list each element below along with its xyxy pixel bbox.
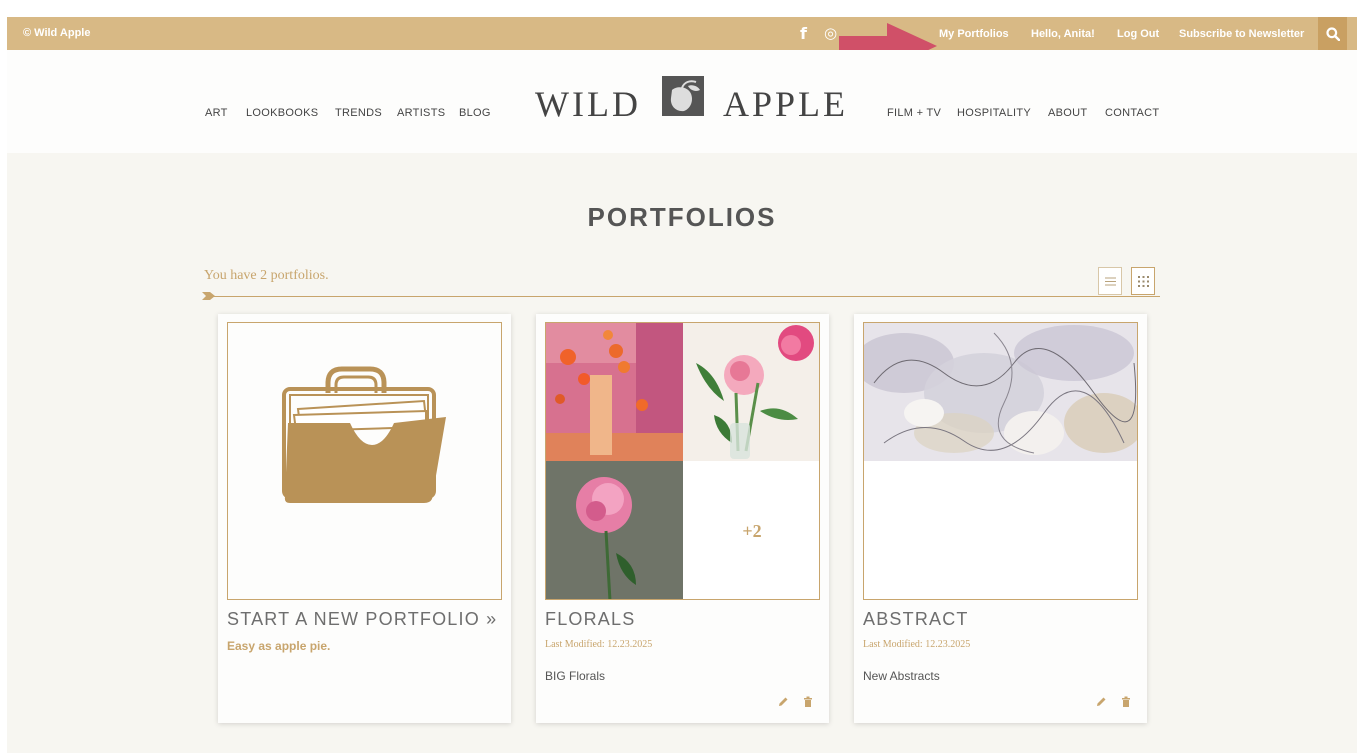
- logout-link[interactable]: Log Out: [1117, 28, 1159, 40]
- subscribe-newsletter-link[interactable]: Subscribe to Newsletter: [1179, 28, 1304, 40]
- arrow-divider-icon: [202, 292, 215, 300]
- list-view-icon: [1104, 277, 1116, 285]
- nav-film-tv[interactable]: FILM + TV: [887, 107, 941, 119]
- nav-about[interactable]: ABOUT: [1048, 107, 1087, 119]
- search-icon: [1325, 26, 1340, 41]
- edit-pencil-icon[interactable]: [1095, 696, 1107, 708]
- abstract-actions: [1095, 696, 1131, 708]
- my-portfolios-link[interactable]: My Portfolios: [939, 28, 1009, 40]
- abstract-thumbnail[interactable]: [863, 322, 1138, 600]
- folder-icon: [282, 366, 446, 503]
- portfolio-card-abstract[interactable]: ABSTRACT Last Modified: 12.23.2025 New A…: [854, 314, 1147, 723]
- nav-blog[interactable]: BLOG: [459, 107, 491, 119]
- abstract-description: New Abstracts: [863, 669, 940, 683]
- florals-thumbnail-grid[interactable]: +2: [545, 322, 820, 600]
- portfolio-count-text: You have 2 portfolios.: [204, 268, 329, 283]
- page-frame: © Wild Apple f ◎ My Portfolios Hello, An…: [7, 17, 1357, 753]
- new-portfolio-title[interactable]: START A NEW PORTFOLIO »: [227, 609, 497, 630]
- top-bar: © Wild Apple f ◎ My Portfolios Hello, An…: [7, 17, 1357, 50]
- new-portfolio-image[interactable]: [227, 322, 502, 600]
- apple-logo-icon[interactable]: [662, 76, 704, 116]
- edit-pencil-icon[interactable]: [777, 696, 789, 708]
- facebook-icon[interactable]: f: [800, 24, 807, 43]
- nav-artists[interactable]: ARTISTS: [397, 107, 445, 119]
- nav-trends[interactable]: TRENDS: [335, 107, 382, 119]
- abstract-last-modified: Last Modified: 12.23.2025: [863, 639, 971, 650]
- section-divider: [210, 296, 1160, 297]
- grid-view-icon: [1137, 275, 1149, 287]
- nav-lookbooks[interactable]: LOOKBOOKS: [246, 107, 318, 119]
- logo-text-apple[interactable]: APPLE: [723, 83, 848, 125]
- florals-title[interactable]: FLORALS: [545, 609, 635, 630]
- florals-actions: [777, 696, 813, 708]
- extra-images-count[interactable]: +2: [683, 461, 819, 599]
- list-view-button[interactable]: [1098, 267, 1122, 295]
- portfolio-card-florals[interactable]: +2 FLORALS Last Modified: 12.23.2025 BIG…: [536, 314, 829, 723]
- florals-last-modified: Last Modified: 12.23.2025: [545, 639, 653, 650]
- new-portfolio-card[interactable]: START A NEW PORTFOLIO » Easy as apple pi…: [218, 314, 511, 723]
- page-title: PORTFOLIOS: [587, 202, 777, 232]
- grid-view-button[interactable]: [1131, 267, 1155, 295]
- abstract-image: [864, 323, 1137, 599]
- instagram-icon[interactable]: ◎: [824, 24, 837, 42]
- copyright-text: © Wild Apple: [23, 27, 91, 39]
- search-button[interactable]: [1318, 17, 1347, 50]
- nav-art[interactable]: ART: [205, 107, 228, 119]
- nav-hospitality[interactable]: HOSPITALITY: [957, 107, 1031, 119]
- site-header: ART LOOKBOOKS TRENDS ARTISTS BLOG WILD A…: [7, 50, 1357, 153]
- delete-trash-icon[interactable]: [803, 696, 813, 708]
- nav-contact[interactable]: CONTACT: [1105, 107, 1159, 119]
- abstract-title[interactable]: ABSTRACT: [863, 609, 969, 630]
- delete-trash-icon[interactable]: [1121, 696, 1131, 708]
- logo-text-wild[interactable]: WILD: [535, 83, 641, 125]
- new-portfolio-subtitle: Easy as apple pie.: [227, 639, 331, 653]
- florals-description: BIG Florals: [545, 669, 606, 683]
- hello-user-link[interactable]: Hello, Anita!: [1031, 28, 1095, 40]
